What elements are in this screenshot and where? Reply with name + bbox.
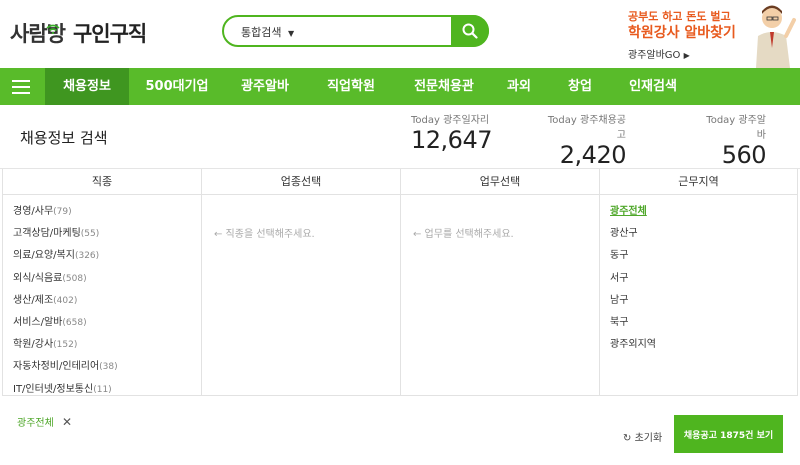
stat-jobs: Today 광주일자리 12,647 — [411, 111, 492, 154]
stat-parttime-value: 560 — [721, 141, 767, 169]
stat-postings-label: Today 광주채용공고 — [547, 115, 626, 141]
job-type-item[interactable]: 서비스/알바(658) — [13, 312, 201, 334]
main-nav: 채용정보 500대기업 광주알바 직업학원 전문채용관 과외 창업 인재검색 — [0, 68, 800, 105]
search-icon — [462, 23, 478, 39]
play-arrow-icon: ▶ — [683, 51, 690, 60]
nav-item-startup[interactable]: 창업 — [558, 68, 602, 105]
stat-parttime: Today 광주알바 560 — [700, 111, 766, 169]
selected-filter-label: 광주전체 — [17, 418, 54, 429]
nav-item-gwangju-parttime[interactable]: 광주알바 — [228, 68, 302, 105]
job-type-item[interactable]: 의료/요양/복지(326) — [13, 245, 201, 267]
job-type-item[interactable]: 외식/식음료(508) — [13, 268, 201, 290]
remove-filter-icon[interactable]: ✕ — [62, 415, 72, 429]
stats-bar: 채용정보 검색 Today 광주일자리 12,647 Today 광주채용공고 … — [0, 105, 800, 169]
nav-item-professional[interactable]: 전문채용관 — [403, 68, 485, 105]
search-scope-select[interactable]: 통합검색 ▼ — [241, 24, 294, 40]
col-task: 업무선택 ← 업무를 선택해주세요. — [401, 169, 600, 396]
col-region-header: 근무지역 — [600, 169, 797, 195]
wifi-icon — [46, 24, 60, 34]
job-type-list: 경영/사무(79) 고객상담/마케팅(55) 의료/요양/복지(326) 외식/… — [3, 195, 201, 401]
search-input[interactable] — [304, 22, 444, 40]
job-type-item[interactable]: 고객상담/마케팅(55) — [13, 223, 201, 245]
task-hint: ← 업무를 선택해주세요. — [413, 229, 514, 240]
col-region: 근무지역 광주전체 광산구 동구 서구 남구 북구 광주외지역 — [600, 169, 797, 396]
region-item[interactable]: 남구 — [610, 290, 797, 312]
col-job-type: 직종 경영/사무(79) 고객상담/마케팅(55) 의료/요양/복지(326) … — [3, 169, 202, 396]
page-title: 채용정보 검색 — [20, 129, 108, 147]
region-item-all[interactable]: 광주전체 — [610, 201, 797, 223]
reset-label: 초기화 — [634, 433, 663, 444]
nav-item-tutoring[interactable]: 과외 — [497, 68, 541, 105]
filter-panel: 직종 경영/사무(79) 고객상담/마케팅(55) 의료/요양/복지(326) … — [2, 169, 798, 396]
search-bar: 통합검색 ▼ — [222, 15, 489, 47]
col-job-type-header: 직종 — [3, 169, 201, 195]
industry-hint: ← 직종을 선택해주세요. — [214, 229, 315, 240]
stat-jobs-label: Today 광주일자리 — [411, 115, 490, 126]
region-item[interactable]: 광주외지역 — [610, 334, 797, 356]
ad-link-label: 광주알바GO — [628, 50, 681, 61]
view-results-button[interactable]: 채용공고 1875건 보기 — [674, 415, 783, 453]
job-type-item[interactable]: 생산/제조(402) — [13, 290, 201, 312]
nav-item-talent-search[interactable]: 인재검색 — [619, 68, 687, 105]
hamburger-menu-icon[interactable] — [12, 80, 30, 94]
ad-banner[interactable]: 공부도 하고 돈도 벌고 학원강사 알바찾기 광주알바GO ▶ — [620, 2, 800, 68]
stat-jobs-value: 12,647 — [411, 126, 492, 154]
ad-person-illustration — [756, 5, 796, 68]
job-type-item[interactable]: 학원/강사(152) — [13, 334, 201, 356]
nav-item-top500[interactable]: 500대기업 — [138, 68, 216, 105]
region-item[interactable]: 동구 — [610, 245, 797, 267]
ad-link[interactable]: 광주알바GO ▶ — [628, 46, 690, 61]
col-industry: 업종선택 ← 직종을 선택해주세요. — [202, 169, 401, 396]
reset-button[interactable]: ↻ 초기화 — [623, 429, 662, 444]
col-industry-header: 업종선택 — [202, 169, 400, 195]
nav-item-jobs[interactable]: 채용정보 — [45, 68, 129, 105]
logo-text-job: 구인구직 — [72, 22, 147, 46]
col-task-header: 업무선택 — [401, 169, 599, 195]
search-scope-label: 통합검색 — [241, 26, 282, 39]
search-button[interactable] — [451, 15, 489, 47]
site-header: 사람방 구인구직 통합검색 ▼ 공부도 하고 돈도 벌고 학원강사 알바찾기 광… — [0, 0, 800, 68]
selected-filter-tag: 광주전체 ✕ — [17, 414, 72, 429]
filter-footer: 광주전체 ✕ ↻ 초기화 채용공고 1875건 보기 — [0, 396, 800, 465]
refresh-icon: ↻ — [623, 433, 632, 444]
nav-item-vocational[interactable]: 직업학원 — [314, 68, 388, 105]
stat-parttime-label: Today 광주알바 — [706, 115, 766, 141]
region-item[interactable]: 광산구 — [610, 223, 797, 245]
stat-postings-value: 2,420 — [559, 141, 627, 169]
job-type-item[interactable]: 경영/사무(79) — [13, 201, 201, 223]
region-item[interactable]: 서구 — [610, 268, 797, 290]
region-list: 광주전체 광산구 동구 서구 남구 북구 광주외지역 — [600, 195, 797, 356]
region-item[interactable]: 북구 — [610, 312, 797, 334]
caret-down-icon: ▼ — [287, 29, 295, 38]
ad-line2: 학원강사 알바찾기 — [628, 25, 736, 41]
stat-postings: Today 광주채용공고 2,420 — [541, 111, 627, 169]
job-type-item[interactable]: 자동차정비/인테리어(38) — [13, 356, 201, 378]
site-logo[interactable]: 사람방 구인구직 — [10, 16, 147, 50]
